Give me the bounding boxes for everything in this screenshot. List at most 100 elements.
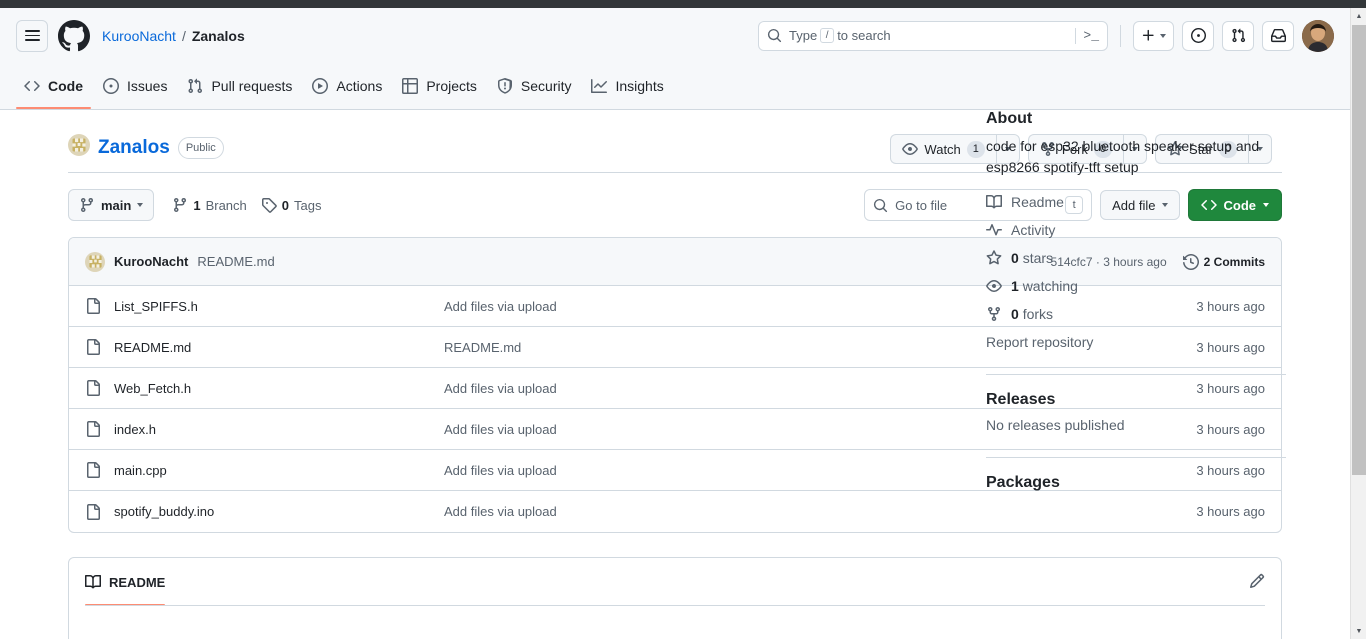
- tab-security[interactable]: Security: [489, 63, 580, 109]
- avatar[interactable]: [1302, 19, 1334, 52]
- watch-label: Watch: [924, 141, 961, 157]
- commit-author-name[interactable]: KurooNacht: [114, 254, 188, 269]
- tab-projects[interactable]: Projects: [394, 63, 485, 109]
- pulse-icon: [986, 224, 1002, 236]
- sidebar-item-forks[interactable]: 0 forks: [986, 306, 1286, 322]
- edit-readme-button[interactable]: [1249, 573, 1265, 594]
- branches-link[interactable]: 1 Branch: [172, 197, 247, 213]
- tab-insights-label: Insights: [615, 78, 664, 94]
- page-content: KurooNacht / Zanalos Type / to search >_: [0, 8, 1350, 639]
- tab-readme[interactable]: README: [85, 559, 166, 606]
- play-icon: [312, 78, 329, 94]
- your-issues-button[interactable]: [1182, 20, 1214, 51]
- browser-viewport: KurooNacht / Zanalos Type / to search >_: [0, 0, 1366, 639]
- file-commit-message[interactable]: Add files via upload: [444, 504, 1196, 519]
- terminal-icon[interactable]: >_: [1083, 28, 1099, 43]
- branch-selector[interactable]: main: [68, 189, 155, 221]
- report-repository-link[interactable]: Report repository: [986, 334, 1286, 350]
- tab-code-label: Code: [48, 78, 83, 94]
- file-name[interactable]: Web_Fetch.h: [114, 381, 444, 396]
- branches-count: 1: [193, 197, 201, 213]
- file-name[interactable]: main.cpp: [114, 463, 444, 478]
- plus-icon: [1142, 29, 1154, 41]
- tab-projects-label: Projects: [426, 78, 477, 94]
- search-slash-key: /: [820, 28, 835, 43]
- readme-header: README: [69, 558, 1281, 606]
- packages-title: Packages: [986, 474, 1060, 491]
- search-divider: [1075, 27, 1077, 44]
- commit-author-avatar: [85, 251, 105, 272]
- repo-main-content: Zanalos Public Watch 1 Fork 0 Star 0 mai…: [0, 110, 1350, 639]
- scrollbar-thumb[interactable]: [1352, 25, 1366, 475]
- git-branch-icon: [174, 198, 187, 213]
- notifications-button[interactable]: [1262, 20, 1294, 51]
- file-icon: [87, 421, 100, 437]
- readme-divider: [85, 605, 1265, 606]
- sidebar-item-readme[interactable]: Readme: [986, 194, 1286, 210]
- git-pull-request-icon: [188, 78, 203, 94]
- scroll-up-arrow-icon[interactable]: ▲: [1351, 8, 1366, 24]
- hamburger-menu-icon[interactable]: [16, 19, 48, 52]
- search-input[interactable]: Type / to search >_: [758, 20, 1108, 51]
- sidebar-item-activity[interactable]: Activity: [986, 222, 1286, 238]
- file-icon: [87, 380, 100, 396]
- watch-button[interactable]: Watch 1: [890, 134, 996, 164]
- scroll-down-arrow-icon[interactable]: ▼: [1351, 623, 1366, 639]
- sidebar-forks-count: 0: [1011, 306, 1019, 322]
- issue-opened-icon: [103, 78, 119, 94]
- breadcrumb-owner[interactable]: KurooNacht: [102, 28, 176, 44]
- tab-security-label: Security: [520, 78, 572, 94]
- sidebar-divider-packages: [986, 457, 1286, 458]
- star-icon: [986, 250, 1002, 265]
- create-new-button[interactable]: [1133, 20, 1174, 51]
- sidebar-item-stars[interactable]: 0 stars: [986, 250, 1286, 266]
- tab-insights[interactable]: Insights: [583, 63, 671, 109]
- browser-chrome-strip: [0, 0, 1366, 8]
- file-name[interactable]: README.md: [114, 340, 444, 355]
- sidebar-item-activity-label: Activity: [1011, 222, 1056, 238]
- sidebar-item-stars-label: stars: [1022, 250, 1054, 266]
- commit-message[interactable]: README.md: [197, 254, 274, 269]
- tags-link[interactable]: 0 Tags: [261, 197, 321, 213]
- page-title[interactable]: Zanalos: [98, 137, 170, 159]
- tags-count: 0: [281, 197, 290, 213]
- tab-issues[interactable]: Issues: [95, 63, 175, 109]
- sidebar-watching-count: 1: [1011, 278, 1019, 294]
- vertical-scrollbar[interactable]: ▲ ▼: [1350, 8, 1366, 639]
- search-icon: [874, 198, 888, 212]
- commit-avatar-image: [88, 255, 102, 268]
- tab-actions-label: Actions: [336, 78, 383, 94]
- branch-name: main: [101, 197, 132, 213]
- git-pull-request-icon: [1231, 28, 1245, 43]
- your-pull-requests-button[interactable]: [1222, 20, 1254, 51]
- git-branch-icon: [80, 198, 93, 213]
- breadcrumb: KurooNacht / Zanalos: [102, 28, 245, 44]
- file-icon: [87, 503, 100, 520]
- file-name[interactable]: index.h: [114, 422, 444, 437]
- file-time: 3 hours ago: [1196, 504, 1265, 519]
- github-logo-icon[interactable]: [58, 19, 90, 52]
- chevron-down-icon: [137, 203, 144, 207]
- eye-icon: [986, 280, 1002, 292]
- releases-title: Releases: [986, 391, 1056, 408]
- file-name[interactable]: List_SPIFFS.h: [114, 299, 444, 314]
- tab-actions[interactable]: Actions: [304, 63, 390, 109]
- about-title: About: [986, 110, 1033, 127]
- sidebar-divider-releases: [986, 374, 1286, 375]
- file-name[interactable]: spotify_buddy.ino: [114, 504, 444, 519]
- table-icon: [402, 78, 419, 94]
- repo-navigation-tabs: Code Issues Pull requests Actions Projec…: [0, 63, 1350, 110]
- breadcrumb-separator: /: [181, 27, 186, 44]
- book-icon: [986, 194, 1002, 209]
- avatar-image: [1302, 19, 1334, 52]
- tab-issues-label: Issues: [127, 78, 168, 94]
- tab-pull-requests[interactable]: Pull requests: [179, 63, 300, 109]
- header-divider: [1120, 24, 1121, 47]
- search-placeholder: Type / to search: [789, 28, 1068, 43]
- sidebar-item-watching[interactable]: 1 watching: [986, 278, 1286, 294]
- file-icon: [87, 339, 100, 355]
- header-actions: Type / to search >_: [758, 8, 1334, 63]
- breadcrumb-repo[interactable]: Zanalos: [192, 28, 245, 44]
- tab-code[interactable]: Code: [16, 63, 91, 109]
- sidebar-item-forks-label: forks: [1022, 306, 1054, 322]
